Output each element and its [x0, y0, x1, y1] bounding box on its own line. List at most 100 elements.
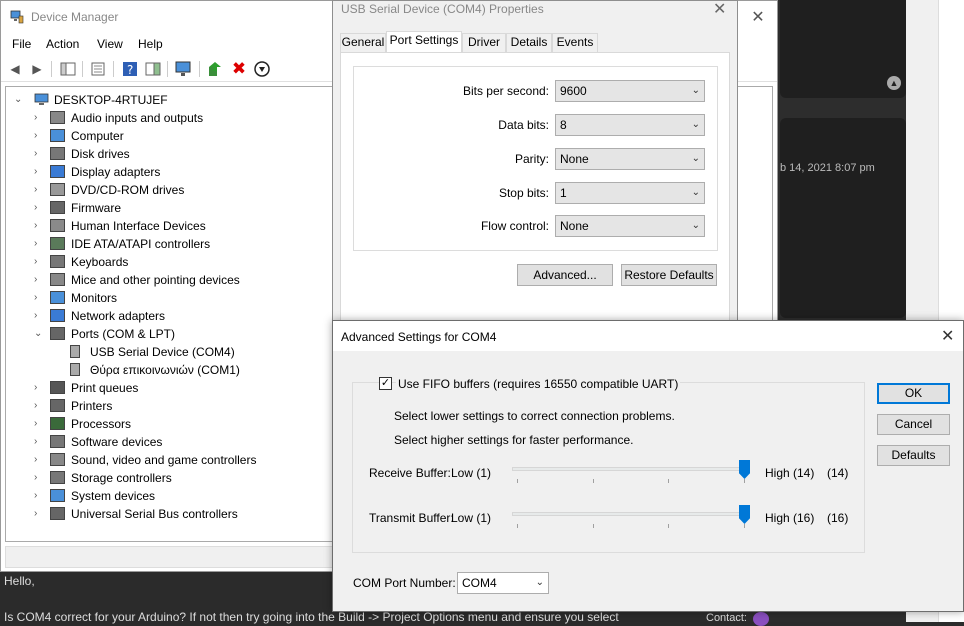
back-arrow-icon[interactable]: ◀	[6, 60, 24, 78]
tree-item-system-devices[interactable]: › System devices	[32, 487, 332, 505]
slider-tick	[517, 524, 518, 528]
tree-item-label: Human Interface Devices	[71, 219, 206, 233]
menu-file[interactable]: File	[12, 37, 31, 51]
chevron-right-icon[interactable]: ›	[34, 307, 37, 325]
processors-icon	[50, 417, 65, 430]
tree-item-label: USB Serial Device (COM4)	[90, 345, 235, 359]
chevron-right-icon[interactable]: ›	[34, 163, 37, 181]
close-icon[interactable]: ✕	[747, 7, 769, 27]
restore-defaults-button[interactable]: Restore Defaults	[621, 264, 717, 286]
port-connector-icon	[70, 345, 80, 358]
parity-select[interactable]: None ⌄	[555, 148, 705, 170]
flow-control-label: Flow control:	[480, 219, 549, 233]
chevron-right-icon[interactable]: ›	[34, 199, 37, 217]
tree-item-disk-drives[interactable]: › Disk drives	[32, 145, 332, 163]
tab-driver[interactable]: Driver	[462, 33, 506, 52]
receive-buffer-slider[interactable]	[512, 467, 744, 471]
fifo-checkbox[interactable]: ✓	[379, 377, 392, 390]
toolbar-separator	[113, 61, 114, 77]
tree-item-ports-com-lpt[interactable]: ⌄ Ports (COM & LPT)	[32, 325, 332, 343]
forward-arrow-icon[interactable]: ▶	[28, 60, 46, 78]
tree-item-dvd-cd-rom-drives[interactable]: › DVD/CD-ROM drives	[32, 181, 332, 199]
tab-events[interactable]: Events	[552, 33, 598, 52]
tree-item-label: Print queues	[71, 381, 139, 395]
chevron-right-icon[interactable]: ›	[34, 379, 37, 397]
computer-name: DESKTOP-4RTUJEF	[54, 93, 168, 107]
chevron-right-icon[interactable]: ›	[34, 127, 37, 145]
ok-button[interactable]: OK	[877, 383, 950, 404]
tab-general[interactable]: General	[340, 33, 386, 52]
menu-action[interactable]: Action	[46, 37, 79, 51]
close-icon[interactable]: ✕	[713, 0, 726, 19]
chevron-right-icon[interactable]: ›	[34, 397, 37, 415]
update-driver-icon[interactable]	[206, 60, 224, 78]
tree-item-processors[interactable]: › Processors	[32, 415, 332, 433]
menu-help[interactable]: Help	[138, 37, 163, 51]
tab-details[interactable]: Details	[506, 33, 552, 52]
chevron-right-icon[interactable]: ›	[34, 145, 37, 163]
tree-item-storage-controllers[interactable]: › Storage controllers	[32, 469, 332, 487]
help-icon[interactable]: ?	[121, 60, 139, 78]
parity-value: None	[560, 152, 589, 166]
tree-item-ide-ata-atapi-controllers[interactable]: › IDE ATA/ATAPI controllers	[32, 235, 332, 253]
chevron-right-icon[interactable]: ›	[34, 433, 37, 451]
chevron-down-icon[interactable]: ⌄	[34, 325, 42, 343]
chevron-right-icon[interactable]: ›	[34, 289, 37, 307]
advanced-button[interactable]: Advanced...	[517, 264, 613, 286]
chevron-right-icon[interactable]: ›	[34, 487, 37, 505]
tree-item-printers[interactable]: › Printers	[32, 397, 332, 415]
enable-device-icon[interactable]	[253, 60, 271, 78]
chevron-right-icon[interactable]: ›	[34, 181, 37, 199]
uninstall-device-icon[interactable]: ✖	[230, 59, 248, 78]
chevron-right-icon[interactable]: ›	[34, 451, 37, 469]
stop-bits-select[interactable]: 1 ⌄	[555, 182, 705, 204]
chevron-right-icon[interactable]: ›	[34, 415, 37, 433]
com-port-select[interactable]: COM4 ⌄	[457, 572, 549, 594]
chevron-right-icon[interactable]: ›	[34, 109, 37, 127]
tree-item-computer[interactable]: › Computer	[32, 127, 332, 145]
chevron-right-icon[interactable]: ›	[34, 235, 37, 253]
flow-control-select[interactable]: None ⌄	[555, 215, 705, 237]
tree-item-keyboards[interactable]: › Keyboards	[32, 253, 332, 271]
menu-view[interactable]: View	[97, 37, 123, 51]
chevron-right-icon[interactable]: ›	[34, 217, 37, 235]
scan-hardware-icon[interactable]	[175, 60, 193, 78]
chevron-right-icon[interactable]: ›	[34, 253, 37, 271]
tree-item-sound-video-and-game-controllers[interactable]: › Sound, video and game controllers	[32, 451, 332, 469]
chevron-right-icon[interactable]: ›	[34, 271, 37, 289]
scroll-up-icon[interactable]: ▲	[887, 76, 901, 90]
tree-item-port-1[interactable]: Θύρα επικοινωνιών (COM1)	[70, 361, 330, 379]
tree-item-label: Display adapters	[71, 165, 161, 179]
chevron-down-icon[interactable]: ⌄	[14, 91, 22, 109]
chevron-right-icon[interactable]: ›	[34, 505, 37, 523]
chevron-right-icon[interactable]: ›	[34, 469, 37, 487]
chat-icon[interactable]	[753, 612, 769, 626]
show-hide-tree-icon[interactable]	[59, 60, 77, 78]
tree-item-port-0[interactable]: USB Serial Device (COM4)	[70, 343, 330, 361]
defaults-button[interactable]: Defaults	[877, 445, 950, 466]
transmit-buffer-slider[interactable]	[512, 512, 744, 516]
tree-item-audio-inputs-and-outputs[interactable]: › Audio inputs and outputs	[32, 109, 332, 127]
network-adapters-icon	[50, 309, 65, 322]
tree-root[interactable]: ⌄ DESKTOP-4RTUJEF	[12, 91, 312, 109]
bits-per-second-select[interactable]: 9600 ⌄	[555, 80, 705, 102]
tree-item-universal-serial-bus-controllers[interactable]: › Universal Serial Bus controllers	[32, 505, 332, 523]
data-bits-select[interactable]: 8 ⌄	[555, 114, 705, 136]
tab-port-settings[interactable]: Port Settings	[386, 31, 462, 53]
tree-item-monitors[interactable]: › Monitors	[32, 289, 332, 307]
tree-item-firmware[interactable]: › Firmware	[32, 199, 332, 217]
sound-video-and-game-controllers-icon	[50, 453, 65, 466]
cancel-button[interactable]: Cancel	[877, 414, 950, 435]
properties-icon[interactable]	[89, 60, 107, 78]
action-pane-icon[interactable]	[144, 60, 162, 78]
tree-item-label: Computer	[71, 129, 124, 143]
tree-item-human-interface-devices[interactable]: › Human Interface Devices	[32, 217, 332, 235]
computer-icon	[50, 129, 65, 142]
tree-item-display-adapters[interactable]: › Display adapters	[32, 163, 332, 181]
tree-item-label: System devices	[71, 489, 156, 503]
close-icon[interactable]: ✕	[941, 326, 954, 346]
tree-item-software-devices[interactable]: › Software devices	[32, 433, 332, 451]
tree-item-print-queues[interactable]: › Print queues	[32, 379, 332, 397]
tree-item-network-adapters[interactable]: › Network adapters	[32, 307, 332, 325]
tree-item-mice-and-other-pointing-devices[interactable]: › Mice and other pointing devices	[32, 271, 332, 289]
